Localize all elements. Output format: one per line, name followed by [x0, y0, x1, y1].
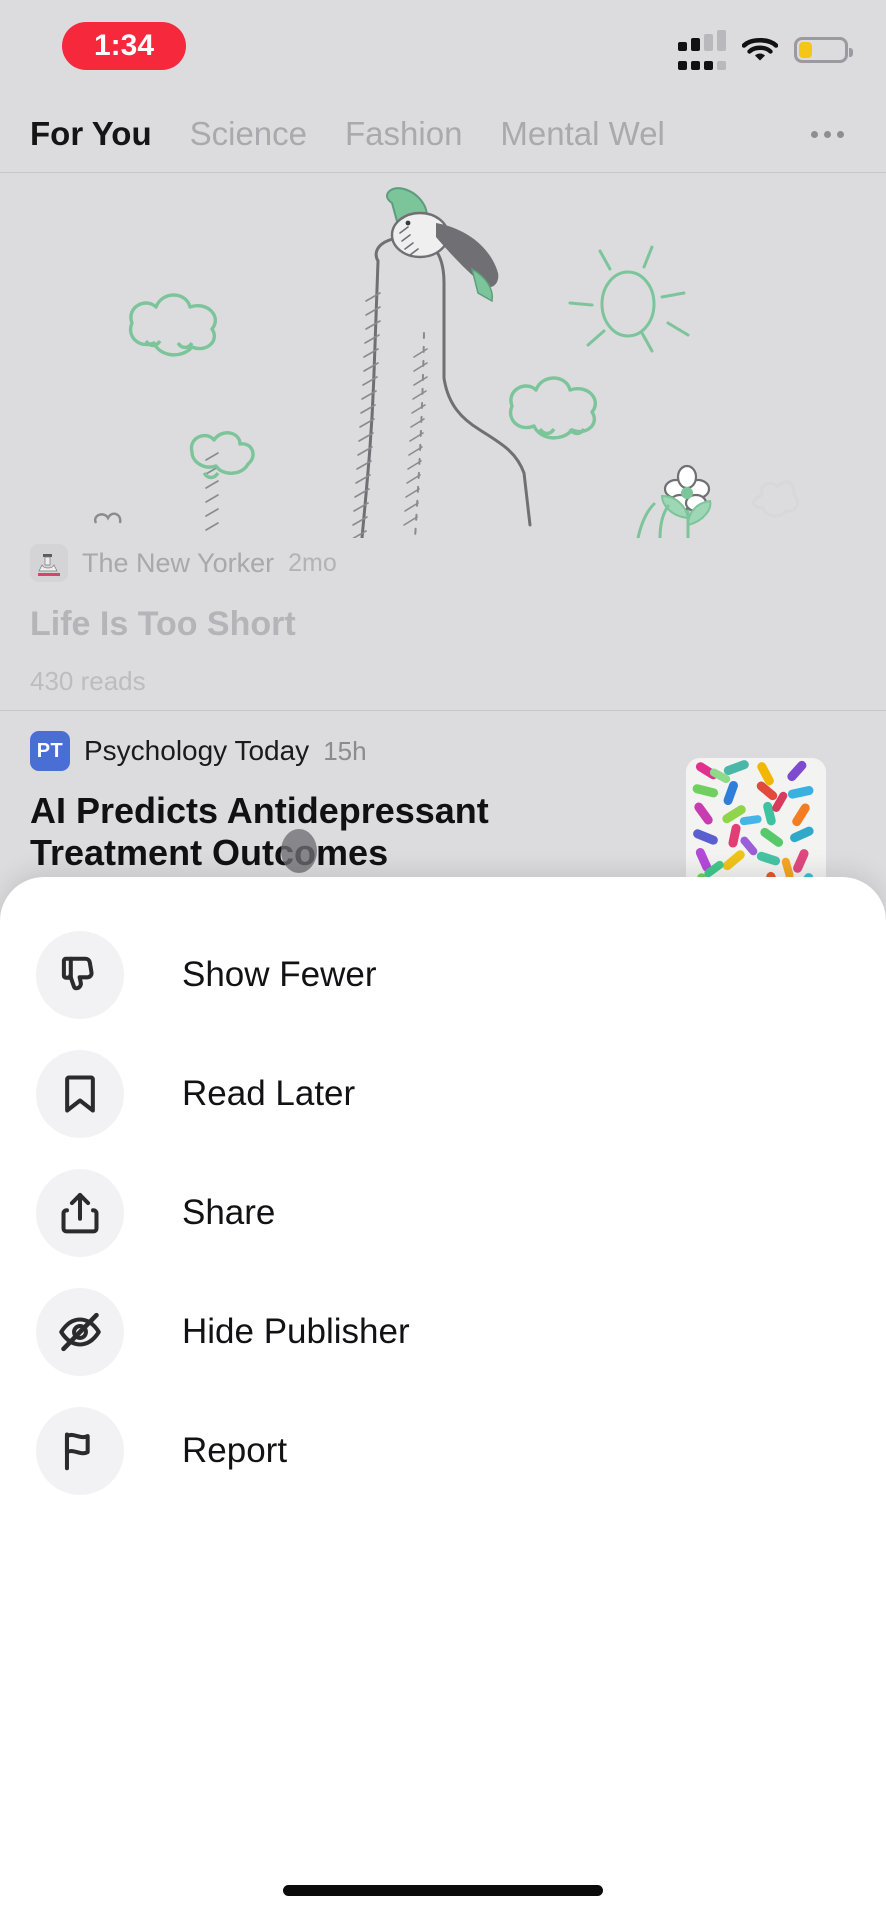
grass-icon: [636, 502, 670, 538]
action-hide-publisher-label: Hide Publisher: [182, 1311, 410, 1351]
action-share-label: Share: [182, 1192, 276, 1232]
action-read-later[interactable]: Read Later: [0, 1034, 886, 1153]
eye-slash-icon: [36, 1287, 124, 1376]
more-horizontal-icon[interactable]: [792, 96, 862, 172]
action-show-fewer-label: Show Fewer: [182, 954, 377, 994]
cloud-icon-3: [189, 431, 255, 480]
story-one-publisher-row[interactable]: The New Yorker 2mo: [30, 542, 730, 584]
action-show-fewer[interactable]: Show Fewer: [0, 915, 886, 1034]
story-two-timestamp: 15h: [323, 735, 367, 766]
flower-icon: [660, 464, 712, 538]
phone-screen: 1:34 For You Science Fashion Mental Wel …: [0, 0, 886, 1920]
story-one-illustration[interactable]: [0, 173, 886, 538]
tab-mental-wellness[interactable]: Mental Wel: [500, 115, 664, 153]
action-share[interactable]: Share: [0, 1153, 886, 1272]
status-time: 1:34: [93, 29, 155, 62]
dual-sim-signal-icon: [678, 30, 726, 70]
category-tab-bar[interactable]: For You Science Fashion Mental Wel: [0, 96, 886, 172]
share-icon: [36, 1168, 124, 1257]
tab-science[interactable]: Science: [190, 115, 307, 153]
cloud-icon-2: [508, 376, 597, 440]
sun-icon: [568, 245, 690, 353]
status-time-pill: 1:34: [62, 22, 186, 70]
touch-indicator: [281, 829, 317, 873]
story-divider: [0, 710, 886, 711]
tab-fashion[interactable]: Fashion: [345, 115, 462, 153]
status-bar: 1:34: [0, 0, 886, 96]
new-yorker-eustace-icon: [30, 544, 68, 582]
flag-icon: [36, 1406, 124, 1495]
cloud-icon-5: [752, 480, 800, 518]
story-one-publisher-name: The New Yorker: [82, 547, 275, 578]
action-report-label: Report: [182, 1430, 288, 1470]
action-report[interactable]: Report: [0, 1391, 886, 1510]
story-card-one[interactable]: The New Yorker 2mo Life Is Too Short 430…: [30, 542, 730, 697]
psychology-today-logo: PT: [30, 731, 70, 771]
story-card-two[interactable]: PT Psychology Today 15h AI Predicts Anti…: [30, 730, 856, 898]
tab-for-you[interactable]: For You: [30, 115, 152, 153]
story-one-timestamp: 2mo: [288, 548, 337, 577]
action-read-later-label: Read Later: [182, 1073, 356, 1113]
action-hide-publisher[interactable]: Hide Publisher: [0, 1272, 886, 1391]
cloud-icon-4: [94, 512, 122, 524]
thumbs-down-icon: [36, 930, 124, 1019]
wifi-icon: [742, 37, 778, 61]
status-indicators: [678, 30, 853, 70]
story-one-reads: 430 reads: [30, 666, 146, 697]
story-one-headline[interactable]: Life Is Too Short: [30, 604, 730, 644]
cloud-icon-1: [128, 293, 217, 357]
battery-low-icon: [794, 37, 853, 63]
home-indicator-bar[interactable]: [283, 1885, 603, 1896]
story-two-publisher-name: Psychology Today: [84, 735, 310, 766]
bookmark-icon: [36, 1049, 124, 1138]
context-action-sheet: Show Fewer Read Later Share Hide Publish…: [0, 877, 886, 1920]
